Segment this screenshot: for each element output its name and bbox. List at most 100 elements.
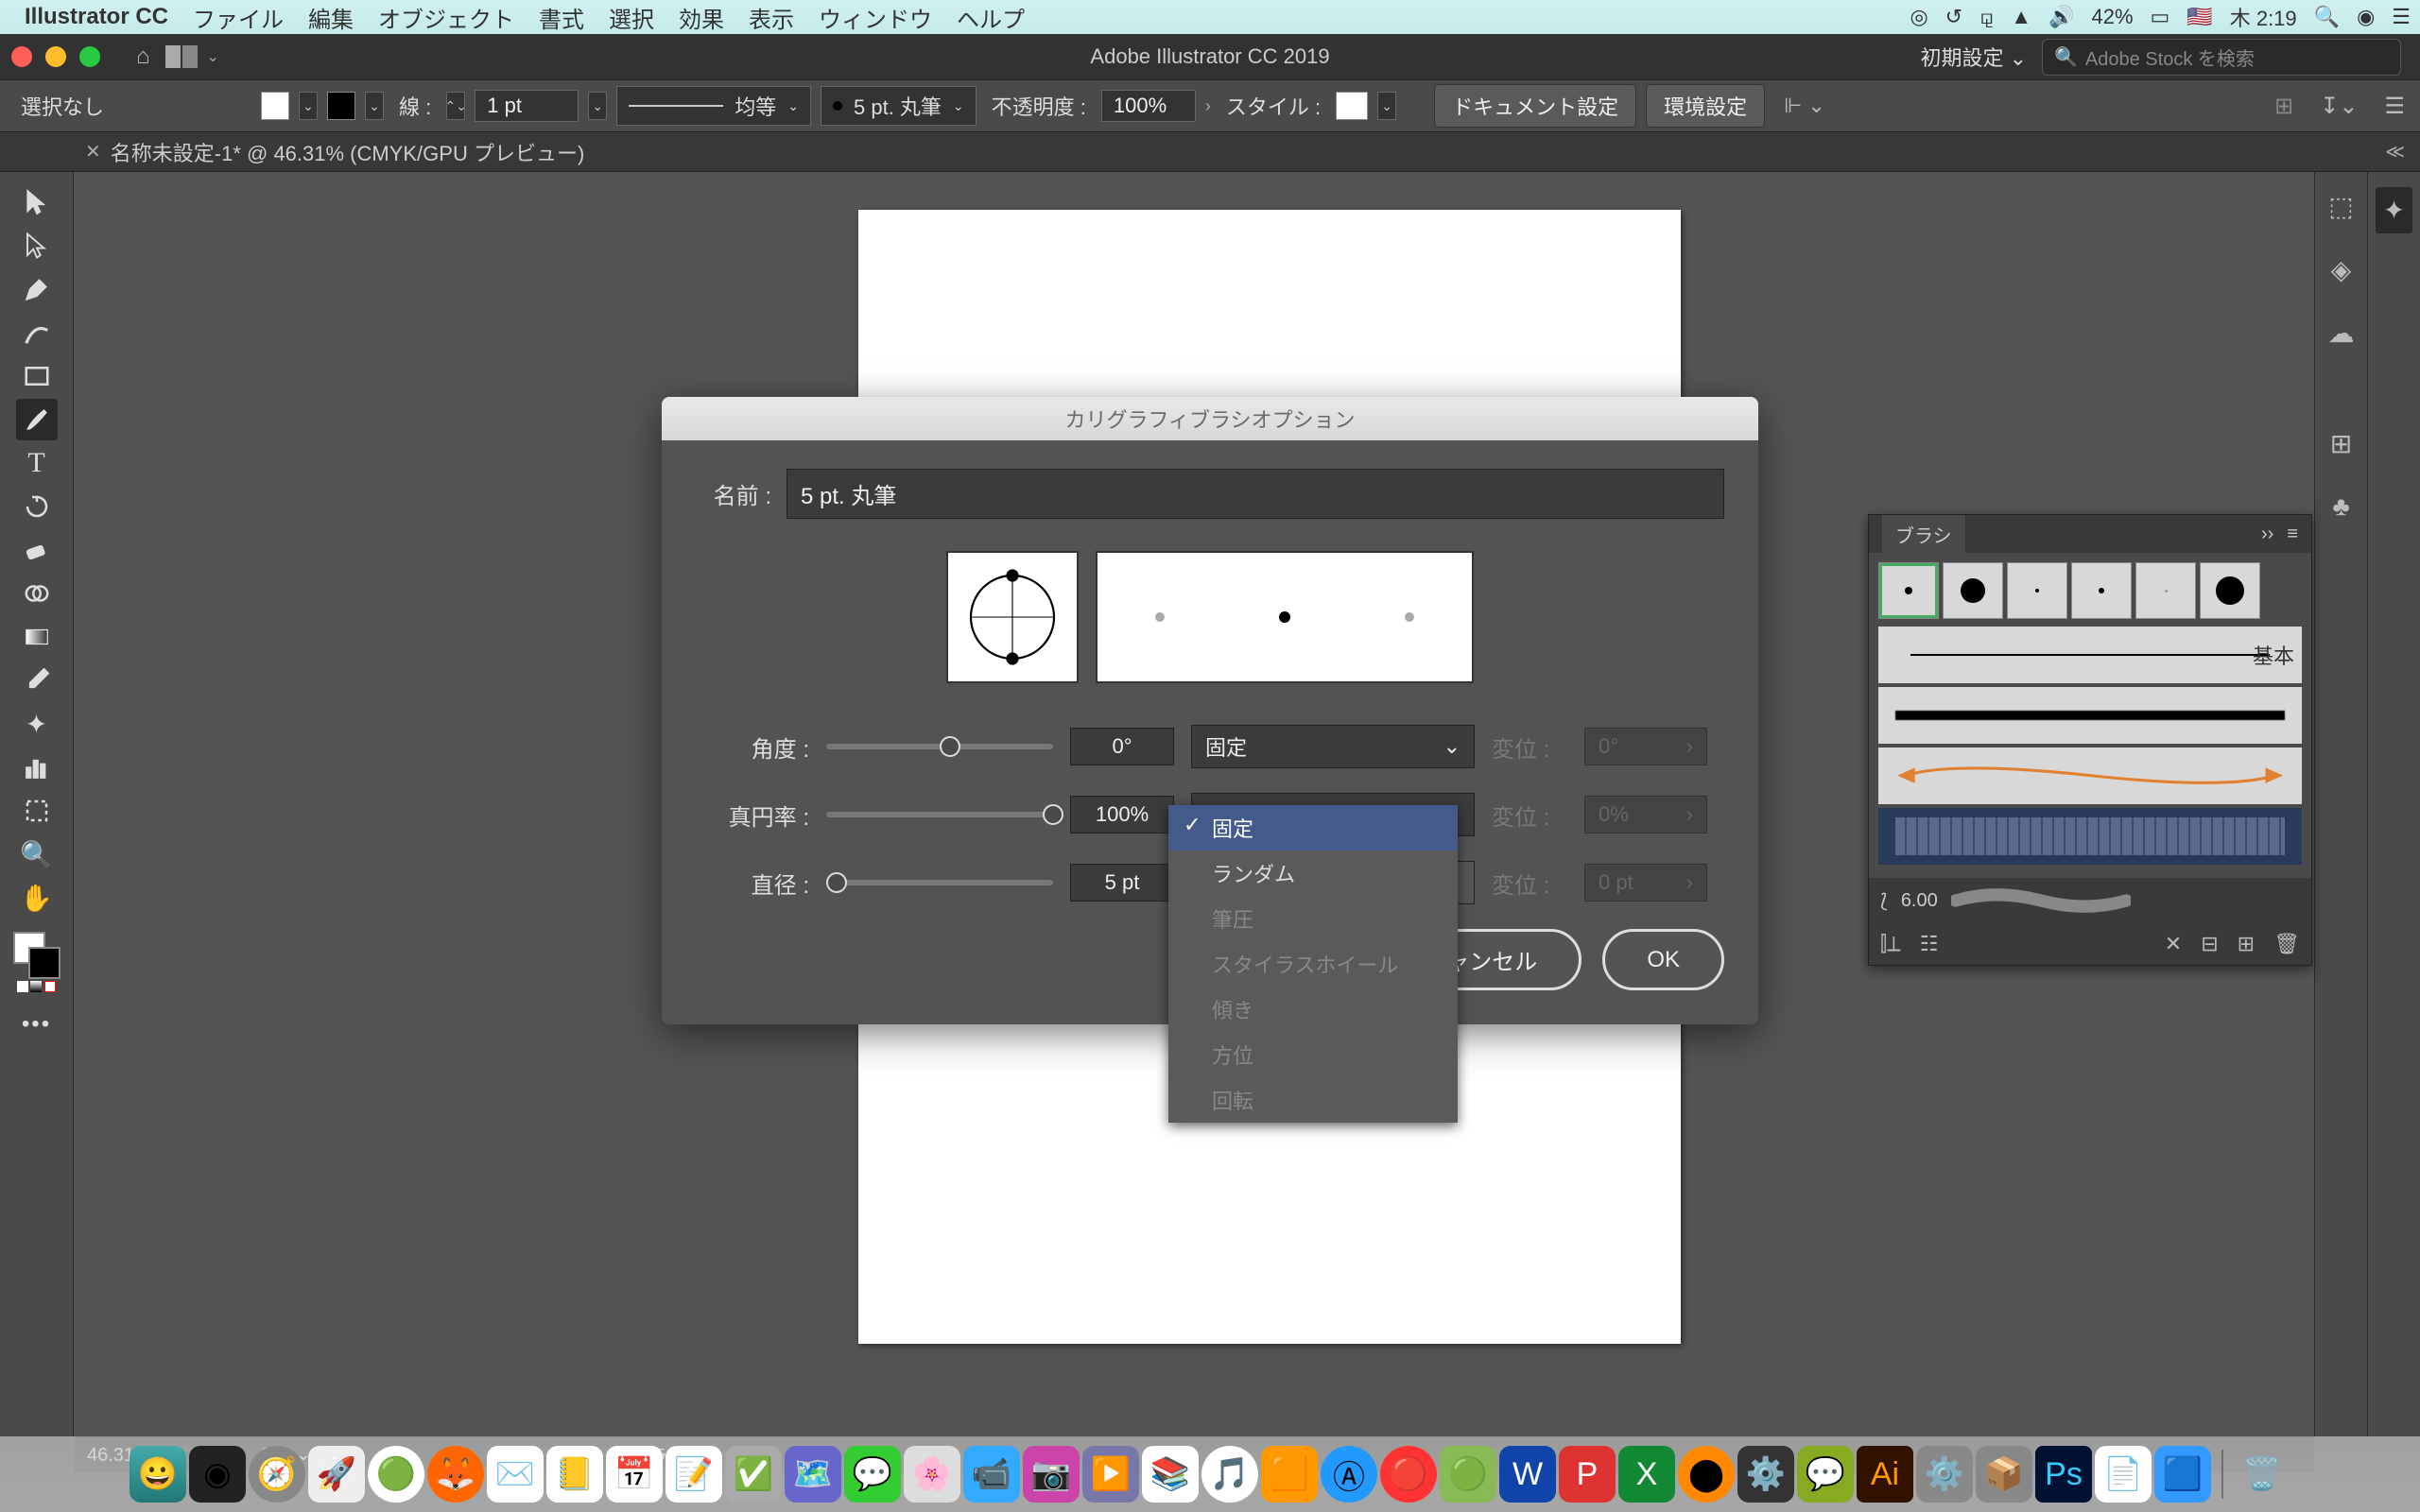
ok-button[interactable]: OK	[1602, 929, 1724, 990]
preferences-button[interactable]: 環境設定	[1646, 84, 1765, 128]
fill-swatch[interactable]	[261, 92, 289, 120]
eraser-tool[interactable]	[16, 529, 58, 571]
dock-app-quicktime[interactable]: ▶️	[1082, 1446, 1139, 1503]
input-flag-icon[interactable]: 🇺🇸	[2187, 5, 2212, 29]
rectangle-tool[interactable]	[16, 355, 58, 397]
transform-panel-icon[interactable]: ⊞	[2274, 93, 2293, 120]
volume-icon[interactable]: 🔊	[2048, 5, 2074, 29]
brush-preset-6[interactable]	[2200, 562, 2260, 619]
zoom-window-button[interactable]	[79, 46, 100, 67]
dock-app-firefox[interactable]: 🦊	[427, 1446, 484, 1503]
diameter-input[interactable]: 5 pt	[1070, 864, 1174, 902]
dock-app-books[interactable]: 📚	[1142, 1446, 1199, 1503]
dock-app-notes[interactable]: 📝	[666, 1446, 722, 1503]
spotlight-icon[interactable]: 🔍	[2314, 5, 2340, 29]
panel-menu-icon[interactable]: ≡	[2287, 524, 2298, 545]
dock-app-line[interactable]: 💬	[1797, 1446, 1854, 1503]
brush-charcoal[interactable]	[1878, 687, 2302, 744]
brush-preset-1[interactable]	[1878, 562, 1939, 619]
dock-app-generic-4[interactable]: ⬤	[1678, 1446, 1735, 1503]
symbols-icon[interactable]: ♣	[2332, 491, 2349, 522]
dock-app-finder[interactable]: 😀	[130, 1446, 186, 1503]
edit-toolbar-icon[interactable]: •••	[22, 1011, 51, 1038]
opacity-input[interactable]: 100%	[1101, 90, 1196, 122]
document-tab[interactable]: ✕ 名称未設定-1* @ 46.31% (CMYK/GPU プレビュー)	[85, 137, 584, 167]
angle-input[interactable]: 0°	[1070, 728, 1174, 765]
cc-libraries-icon[interactable]: ☁	[2328, 318, 2355, 349]
dock-app-messages[interactable]: 💬	[844, 1446, 901, 1503]
bluetooth-icon[interactable]: ⚼	[1979, 5, 1994, 29]
dock-app-appstore[interactable]: Ⓐ	[1321, 1446, 1377, 1503]
brushes-panel-tab[interactable]: ブラシ	[1882, 515, 1965, 554]
brush-options-icon[interactable]: ⊟	[2201, 932, 2218, 956]
brush-def-label[interactable]: 5 pt. 丸筆	[854, 91, 942, 121]
arrange-documents-icon[interactable]	[165, 45, 198, 68]
menu-view[interactable]: 表示	[749, 1, 794, 34]
battery-icon[interactable]: ▭	[2151, 5, 2170, 29]
direct-selection-tool[interactable]	[16, 225, 58, 266]
stroke-weight-input[interactable]: 1 pt	[475, 90, 579, 122]
mode-option-styluswheel[interactable]: スタイラスホイール	[1168, 941, 1458, 987]
list-icon[interactable]: ☰	[2384, 93, 2405, 120]
stroke-swatch[interactable]	[327, 92, 355, 120]
workspace-switcher[interactable]: 初期設定 ⌄	[1920, 42, 2027, 72]
roundness-input[interactable]: 100%	[1070, 796, 1174, 833]
menu-effect[interactable]: 効果	[679, 1, 724, 34]
color-mode-chips[interactable]	[16, 981, 58, 1000]
mode-option-fixed[interactable]: 固定	[1168, 805, 1458, 850]
siri-icon[interactable]: ◉	[2357, 5, 2375, 29]
dock-app-siri[interactable]: ◉	[189, 1446, 246, 1503]
stroke-profile-label[interactable]: 均等	[735, 91, 776, 121]
close-window-button[interactable]	[11, 46, 32, 67]
dock-app-word[interactable]: W	[1499, 1446, 1556, 1503]
dock-app-photoshop[interactable]: Ps	[2035, 1446, 2092, 1503]
eyedropper-tool[interactable]	[16, 660, 58, 701]
dock-app-generic-3[interactable]: 🟢	[1440, 1446, 1496, 1503]
hand-tool[interactable]: ✋	[16, 877, 58, 919]
paintbrush-tool[interactable]	[16, 399, 58, 440]
text-tool[interactable]: T	[16, 442, 58, 484]
brushes-panel-icon[interactable]: ✦	[2376, 187, 2412, 233]
dock-app-photobooth[interactable]: 📷	[1023, 1446, 1080, 1503]
dock-app-generic-5[interactable]: ⚙️	[1737, 1446, 1794, 1503]
fill-dropdown[interactable]: ⌄	[299, 92, 318, 120]
dock-app-launchpad[interactable]: 🚀	[308, 1446, 365, 1503]
brush-preset-5[interactable]	[2135, 562, 2196, 619]
minimize-window-button[interactable]	[45, 46, 66, 67]
style-swatch[interactable]	[1336, 92, 1368, 120]
dock-app-illustrator[interactable]: Ai	[1857, 1446, 1913, 1503]
timemachine-icon[interactable]: ↺	[1945, 5, 1962, 29]
brush-arrow[interactable]	[1878, 747, 2302, 804]
stroke-dropdown[interactable]: ⌄	[365, 92, 384, 120]
properties-panel-icon[interactable]: ⬚	[2328, 191, 2353, 222]
close-tab-icon[interactable]: ✕	[85, 140, 101, 163]
symbol-sprayer-tool[interactable]: ✦	[16, 703, 58, 745]
notification-center-icon[interactable]: ☰	[2392, 5, 2411, 29]
new-brush-icon[interactable]: ⊞	[2238, 932, 2255, 956]
isolate-icon[interactable]: ↧⌄	[2320, 93, 2358, 120]
dock-app-itunes[interactable]: 🎵	[1201, 1446, 1258, 1503]
cc-status-icon[interactable]: ◎	[1910, 5, 1927, 29]
menu-type[interactable]: 書式	[539, 1, 584, 34]
remove-stroke-icon[interactable]: ✕	[2165, 932, 2182, 956]
brush-preset-2[interactable]	[1943, 562, 2003, 619]
dock-app-chrome[interactable]: 🟢	[368, 1446, 424, 1503]
tabs-overflow-icon[interactable]: ≪	[2385, 140, 2405, 163]
diameter-slider[interactable]	[826, 880, 1053, 885]
menu-help[interactable]: ヘルプ	[957, 1, 1025, 34]
clock[interactable]: 木 2:19	[2230, 2, 2297, 32]
arrange-dropdown-caret[interactable]: ⌄	[207, 47, 219, 66]
dock-app-powerpoint[interactable]: P	[1559, 1446, 1616, 1503]
dock-app-reminders[interactable]: ✅	[725, 1446, 782, 1503]
column-graph-tool[interactable]	[16, 747, 58, 788]
stock-search-input[interactable]: 🔍 Adobe Stock を検索	[2042, 39, 2401, 76]
brush-libraries-icon[interactable]: ⫿⟂	[1880, 932, 1901, 956]
brush-basic[interactable]: 基本	[1878, 627, 2302, 683]
brush-size-value[interactable]: 6.00	[1901, 890, 1938, 912]
mode-option-tilt[interactable]: 傾き	[1168, 987, 1458, 1032]
roundness-slider[interactable]	[826, 812, 1053, 817]
wifi-icon[interactable]: ▲	[2011, 5, 2031, 29]
fill-stroke-swap[interactable]	[13, 932, 60, 979]
dock-app-excel[interactable]: X	[1618, 1446, 1675, 1503]
menu-object[interactable]: オブジェクト	[378, 1, 514, 34]
